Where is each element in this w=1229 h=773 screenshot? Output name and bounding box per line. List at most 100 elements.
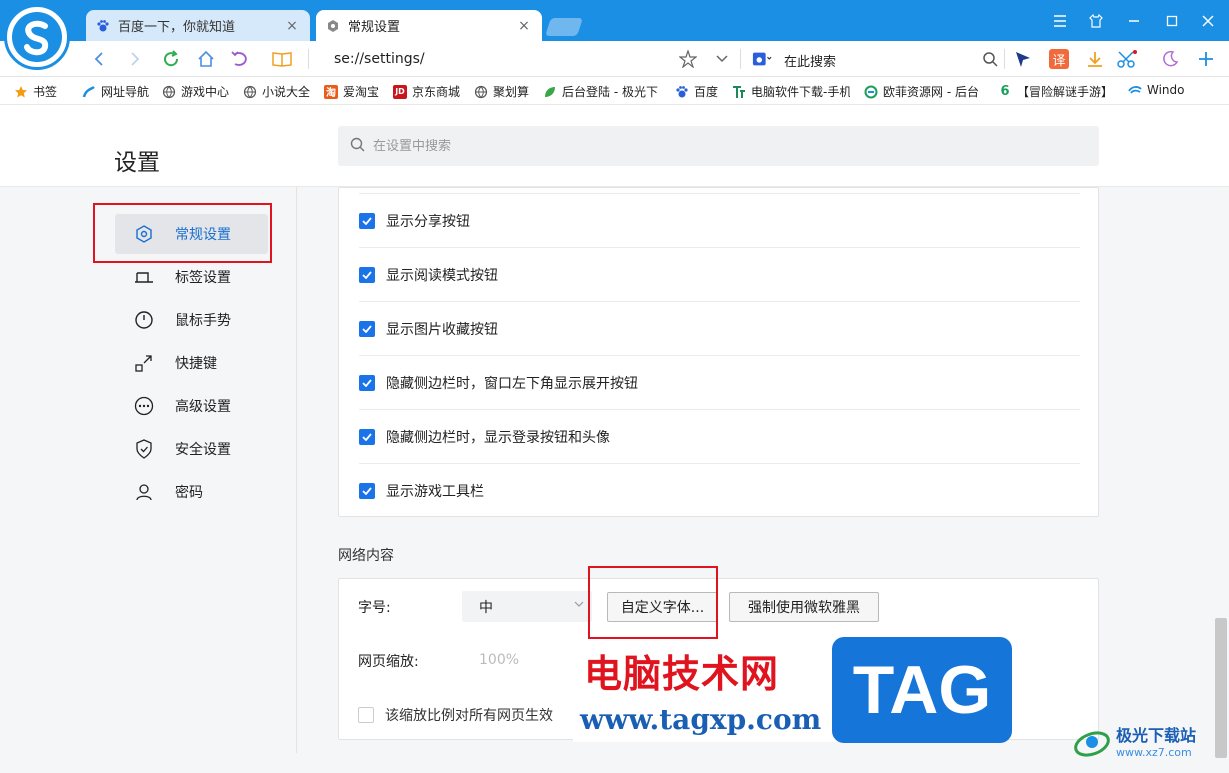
minimize-icon[interactable] [1120, 10, 1148, 32]
title-bar: 百度一下，你就知道 × 常规设置 × [0, 0, 1229, 41]
zoom-label: 网页缩放: [358, 654, 419, 670]
close-window-icon[interactable] [1194, 10, 1222, 32]
close-icon[interactable]: × [516, 18, 532, 34]
star-icon [14, 85, 28, 99]
option-row[interactable]: 显示阅读模式按钮 [359, 248, 1080, 302]
sidebar-item-shortcuts[interactable]: 快捷键 [115, 343, 268, 383]
refresh-icon[interactable] [161, 49, 181, 69]
settings-search-box[interactable] [338, 126, 1099, 166]
chevron-down-icon[interactable] [712, 49, 732, 69]
bookmark-item[interactable]: Windo [1128, 83, 1192, 97]
tab-baidu[interactable]: 百度一下，你就知道 × [86, 10, 310, 41]
checkbox[interactable] [359, 483, 375, 499]
tab-settings[interactable]: 常规设置 × [316, 10, 542, 41]
tf-icon [732, 85, 746, 99]
checkbox[interactable] [359, 428, 375, 445]
divider [308, 49, 309, 69]
search-engine-icon[interactable] [752, 49, 772, 69]
address-input[interactable]: se://settings/ [334, 51, 425, 67]
globe-icon [474, 85, 488, 99]
add-icon[interactable] [1196, 49, 1216, 69]
option-row[interactable]: 显示图片收藏按钮 [359, 302, 1080, 356]
checkbox[interactable] [359, 320, 375, 337]
divider [1004, 49, 1005, 69]
option-row[interactable]: 隐藏侧边栏时，显示登录按钮和头像 [359, 410, 1080, 464]
chevron-down-icon [574, 599, 584, 610]
sidebar-item-advanced[interactable]: 高级设置 [115, 386, 268, 426]
sidebar-item-label: 密码 [175, 485, 203, 501]
force-yahei-button[interactable]: 强制使用微软雅黑 [729, 592, 879, 622]
zoom-select[interactable]: 100% [462, 645, 592, 675]
bookmark-item[interactable]: 聚划算 [474, 83, 529, 100]
aurora-logo-icon [1074, 730, 1110, 757]
bookmarks-bar: 书签 网址导航 游戏中心 小说大全 淘 爱淘宝 JD 京东商城 聚划算 后台登陆… [0, 77, 1229, 105]
font-size-label: 字号: [358, 600, 391, 616]
bookmark-item[interactable]: 6 【冒险解谜手游】 [998, 83, 1113, 100]
tab-title: 百度一下，你就知道 [118, 20, 236, 35]
bookmark-item[interactable]: 欧菲资源网 - 后台 [864, 83, 982, 100]
bookmark-item[interactable]: JD 京东商城 [393, 83, 460, 100]
search-engine-input[interactable]: 在此搜索 [784, 51, 836, 70]
highlight-box [93, 203, 272, 263]
option-label: 该缩放比例对所有网页生效 [385, 708, 553, 724]
bookmark-item[interactable]: 小说大全 [243, 83, 310, 100]
download-icon[interactable] [1085, 49, 1105, 69]
watermark-tag-logo: TAG [832, 637, 1012, 743]
forward-icon[interactable] [124, 49, 144, 69]
sidebar-item-passwords[interactable]: 密码 [115, 472, 268, 512]
nav-icon [82, 85, 96, 99]
bookmark-item[interactable]: 电脑软件下载-手机 [732, 83, 850, 100]
translate-icon[interactable]: 译 [1049, 49, 1069, 69]
bookmark-item[interactable]: 书签 [14, 83, 57, 100]
star-icon[interactable] [678, 49, 698, 69]
new-tab-button[interactable] [545, 18, 583, 36]
scrollbar-thumb[interactable] [1215, 618, 1227, 758]
watermark-corner-url: www.xz7.com [1116, 746, 1192, 759]
sidebar-item-label: 安全设置 [175, 442, 231, 458]
night-mode-icon[interactable] [1160, 49, 1180, 69]
maximize-icon[interactable] [1158, 10, 1186, 32]
option-row[interactable]: 隐藏侧边栏时，窗口左下角显示展开按钮 [359, 356, 1080, 410]
circle-e-icon [864, 85, 878, 99]
home-icon[interactable] [196, 49, 216, 69]
checkbox[interactable] [358, 707, 374, 723]
option-row[interactable]: 显示分享按钮 [359, 194, 1080, 248]
zoom-value: 100% [479, 652, 520, 668]
bookmark-item[interactable]: 淘 爱淘宝 [324, 83, 379, 100]
reader-icon[interactable] [272, 49, 292, 69]
font-size-value: 中 [479, 599, 493, 616]
browser-logo[interactable] [4, 4, 70, 70]
checkbox[interactable] [359, 212, 375, 229]
bookmark-item[interactable]: 后台登陆 - 极光下 [543, 83, 661, 100]
bookmark-item[interactable]: 网址导航 [82, 83, 149, 100]
sidebar-item-mouse-gestures[interactable]: 鼠标手势 [115, 300, 268, 340]
cursor-icon[interactable] [1013, 49, 1033, 69]
bookmark-item[interactable]: 百度 [675, 83, 718, 100]
leaf-icon [543, 85, 557, 99]
close-icon[interactable]: × [284, 18, 300, 34]
user-icon [133, 481, 155, 503]
zoom-all-pages-row[interactable]: 该缩放比例对所有网页生效 [358, 705, 553, 725]
skin-icon[interactable] [1082, 10, 1110, 32]
sidebar-item-tabs[interactable]: 标签设置 [115, 257, 268, 297]
divider [296, 187, 297, 753]
undo-icon[interactable] [230, 49, 250, 69]
highlight-box [588, 566, 718, 639]
bookmark-item[interactable]: 游戏中心 [162, 83, 229, 100]
scissors-icon[interactable] [1117, 49, 1137, 69]
settings-search-input[interactable] [373, 138, 973, 154]
option-row[interactable]: 显示游戏工具栏 [359, 464, 1080, 518]
section-title: 网络内容 [338, 548, 394, 564]
baidu-paw-icon [96, 19, 110, 33]
checkbox[interactable] [359, 374, 375, 391]
taobao-icon: 淘 [324, 84, 338, 99]
six-icon: 6 [1000, 84, 1010, 99]
font-size-select[interactable]: 中 [462, 591, 592, 622]
search-icon[interactable] [980, 49, 1000, 69]
sidebar-item-label: 标签设置 [175, 270, 231, 286]
back-icon[interactable] [90, 49, 110, 69]
menu-icon[interactable] [1046, 10, 1074, 32]
sidebar-item-security[interactable]: 安全设置 [115, 429, 268, 469]
checkbox[interactable] [359, 266, 375, 283]
toolbar-options-card: 显示分享按钮 显示阅读模式按钮 显示图片收藏按钮 隐藏侧边栏时，窗口左下角显示展… [338, 187, 1099, 517]
